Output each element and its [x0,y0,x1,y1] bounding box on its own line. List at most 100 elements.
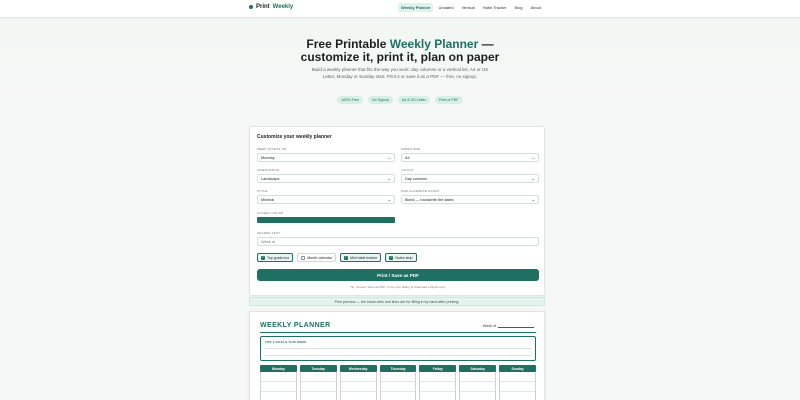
main-nav: Weekly Planner Undated Vertical Habit Tr… [397,3,544,12]
accent-color-picker[interactable] [257,217,395,223]
chip-free: 100% Free [337,96,364,104]
week-of-label: Week of [482,324,496,328]
style-field: Style Minimal ⌄ [257,189,395,204]
day-header: Tuesday [299,365,337,372]
title-dash: — [481,37,494,51]
accent-color-label: Accent color [257,211,284,215]
title-rule [260,332,536,333]
orientation-value: Landscape [261,176,280,181]
brand-logo[interactable]: Print Weekly [249,4,293,10]
layout-value: Day columns [405,176,427,181]
brand-dot-icon [249,5,253,9]
style-select[interactable]: Minimal ⌄ [257,195,395,204]
customize-panel: Customize your weekly planner Week start… [249,126,545,296]
day-body [459,372,497,400]
day-column-monday: Monday [260,365,297,400]
day-body [419,372,457,400]
toggle-label: Month calendar [307,255,332,260]
toggle-top-goals[interactable]: ✓ Top goals box [257,253,294,262]
chip-print-pdf: Print or PDF [434,96,463,104]
day-header: Saturday [459,365,497,372]
preview-banner: Print preview — the blank cells and line… [249,297,545,306]
day-header: Monday [260,365,297,372]
layout-field: Layout Day columns ⌄ [401,168,539,183]
week-starts-label: Week starts on [257,147,287,151]
nav-vertical[interactable]: Vertical [459,3,478,12]
day-body [339,372,377,400]
day-columns: Monday Tuesday Wednesday Thursday Friday… [260,365,537,400]
orientation-label: Orientation [257,168,280,172]
paper-size-select[interactable]: A4 ⌄ [401,153,539,162]
toggle-month-calendar[interactable]: Month calendar [297,253,336,262]
brand-name-accent: Weekly [272,4,294,10]
chevron-down-icon: ⌄ [531,176,535,181]
style-label: Style [257,189,268,193]
chevron-down-icon: ⌄ [387,176,391,181]
day-column-friday: Friday [419,365,457,400]
checkbox-checked-icon: ✓ [261,255,265,260]
chevron-down-icon: ⌄ [531,197,535,202]
accent-color-field: Accent color [257,211,395,223]
day-column-tuesday: Tuesday [299,365,337,400]
day-column-thursday: Thursday [379,365,417,400]
week-of-field: Week of [483,324,534,328]
header-text-field: Header text Week of [257,231,539,246]
mini-calendar-label: Mini calendar dates [401,189,439,193]
paper-size-value: A4 [405,155,410,160]
hero-description: Build a weekly planner that fits the way… [311,67,489,79]
toggle-mini-habit-tracker[interactable]: ✓ Mini habit tracker [339,253,382,262]
nav-undated[interactable]: Undated [435,3,456,12]
toggle-label: Mini habit tracker [349,255,378,260]
day-body [379,372,417,400]
orientation-field: Orientation Landscape ⌄ [257,168,395,183]
chevron-down-icon: ⌄ [531,155,535,160]
day-column-sunday: Sunday [499,365,537,400]
checkbox-checked-icon: ✓ [343,255,348,260]
print-button[interactable]: Print / Save as PDF [257,269,539,281]
day-header: Thursday [379,365,417,372]
mini-calendar-select[interactable]: Blank — handwrite the dates ⌄ [401,195,539,204]
hero-section: Free Printable Weekly Planner — customiz… [0,18,800,116]
day-header: Friday [419,365,457,372]
customize-title: Customize your weekly planner [257,134,332,140]
week-starts-field: Week starts on Monday ⌄ [257,147,395,162]
chevron-down-icon: ⌄ [387,197,391,202]
print-tip: Tip: choose "Save as PDF" in the print d… [350,285,446,289]
day-column-saturday: Saturday [459,365,497,400]
day-header: Wednesday [339,365,377,372]
layout-select[interactable]: Day columns ⌄ [401,174,539,183]
title-prefix: Free Printable [306,37,387,51]
mini-calendar-field: Mini calendar dates Blank — handwrite th… [401,189,539,204]
checkbox-empty-icon [301,255,306,260]
feature-chips: 100% Free No Signup A4 & US Letter Print… [0,96,800,104]
style-value: Minimal [261,197,275,202]
header-text-value: Week of [261,239,275,244]
orientation-select[interactable]: Landscape ⌄ [257,174,395,183]
brand-name-plain: Print [256,4,270,10]
top-goals-box: TOP 3 GOALS THIS WEEK [260,336,536,361]
day-header: Sunday [499,365,537,372]
chevron-down-icon: ⌄ [387,155,391,160]
page-title: Free Printable Weekly Planner — customiz… [0,38,800,64]
checkbox-checked-icon: ✓ [389,255,394,260]
toggle-label: Notes strip [395,255,413,260]
day-column-wednesday: Wednesday [339,365,377,400]
week-starts-value: Monday [261,155,275,160]
nav-weekly-planner[interactable]: Weekly Planner [397,3,434,12]
title-line2: customize it, print it, plan on paper [300,50,500,64]
layout-label: Layout [401,168,414,172]
week-starts-select[interactable]: Monday ⌄ [257,153,395,162]
goal-line [265,348,531,349]
day-body [499,372,537,400]
day-body [299,372,337,400]
mini-calendar-value: Blank — handwrite the dates [405,197,454,202]
nav-about[interactable]: About [528,3,544,12]
planner-title: WEEKLY PLANNER [260,322,331,329]
header-text-input[interactable]: Week of [257,237,539,246]
nav-blog[interactable]: Blog [512,3,526,12]
planner-preview: WEEKLY PLANNER Week of TOP 3 GOALS THIS … [249,311,545,400]
top-navbar: Print Weekly Weekly Planner Undated Vert… [0,0,800,18]
paper-size-field: Paper size A4 ⌄ [401,147,539,162]
toggle-notes-strip[interactable]: ✓ Notes strip [385,253,417,262]
nav-habit-tracker[interactable]: Habit Tracker [480,3,510,12]
